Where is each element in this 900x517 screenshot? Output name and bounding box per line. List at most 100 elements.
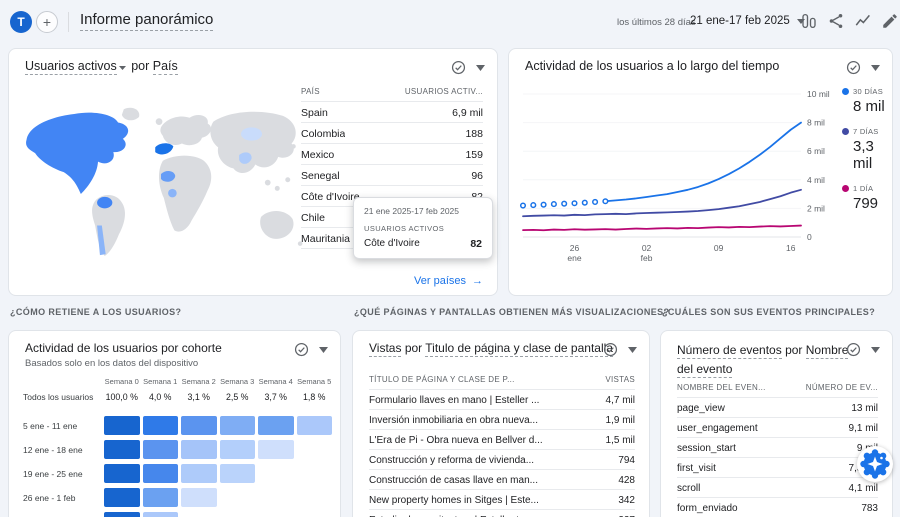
svg-text:2 mil: 2 mil bbox=[807, 203, 825, 213]
table-row: Formulario llaves en mano | Esteller ...… bbox=[369, 390, 635, 410]
dimension-selector[interactable]: Titulo de página y clase de pantalla bbox=[425, 341, 613, 357]
card-menu-caret-icon[interactable] bbox=[871, 64, 880, 71]
cohort-cell[interactable] bbox=[181, 440, 217, 459]
cohort-cell[interactable] bbox=[104, 512, 140, 517]
metric-selector[interactable]: Usuarios activos bbox=[25, 59, 117, 75]
card-actions bbox=[294, 342, 328, 357]
share-icon[interactable] bbox=[827, 12, 845, 30]
card-menu-caret-icon[interactable] bbox=[628, 346, 637, 353]
cohort-row-label: 12 ene - 18 ene bbox=[23, 444, 83, 455]
header-divider bbox=[68, 12, 69, 32]
view-countries-link[interactable]: Ver países → bbox=[414, 275, 483, 287]
row-label: Senegal bbox=[301, 169, 340, 182]
cohort-week-header: Semana 5 bbox=[297, 377, 332, 386]
cohort-cell[interactable] bbox=[142, 464, 178, 483]
cohort-cell[interactable] bbox=[258, 416, 294, 435]
table-header: PAÍS USUARIOS ACTIV... bbox=[301, 83, 483, 102]
map-region-japan[interactable] bbox=[291, 144, 296, 149]
cohort-cell[interactable] bbox=[219, 464, 255, 483]
row-label: first_visit bbox=[677, 462, 716, 474]
card-menu-caret-icon[interactable] bbox=[871, 346, 880, 353]
report-title[interactable]: Informe panorámico bbox=[80, 11, 214, 31]
column-header-page-title[interactable]: TÍTULO DE PÁGINA Y CLASE DE P... bbox=[369, 375, 515, 384]
table-row[interactable]: Colombia 188 bbox=[301, 123, 483, 144]
map-region-spain[interactable] bbox=[155, 143, 174, 155]
column-header-views[interactable]: VISTAS bbox=[605, 375, 635, 384]
map-region-australia[interactable] bbox=[260, 211, 294, 239]
table-row[interactable]: Spain 6,9 mil bbox=[301, 102, 483, 123]
map-region-europe[interactable] bbox=[160, 115, 212, 146]
row-value: 4,1 mil bbox=[848, 482, 878, 494]
map-region-island-3[interactable] bbox=[285, 177, 291, 183]
cohort-row: 12 ene - 18 ene bbox=[23, 440, 332, 459]
tooltip-date-range: 21 ene 2025-17 feb 2025 bbox=[364, 206, 460, 216]
cohort-week-header: Semana 2 bbox=[181, 377, 216, 386]
cohort-cell[interactable] bbox=[181, 488, 217, 507]
cohort-cell[interactable] bbox=[104, 488, 140, 507]
legend-dot bbox=[842, 185, 849, 192]
cohort-cell[interactable] bbox=[258, 440, 294, 459]
map-region-colombia[interactable] bbox=[97, 196, 113, 209]
table-header: NOMBRE DEL EVEN... NÚMERO DE EV... bbox=[677, 379, 878, 398]
account-avatar[interactable]: T bbox=[10, 11, 32, 33]
cohort-cell[interactable] bbox=[104, 416, 140, 435]
map-region-island-1[interactable] bbox=[264, 179, 271, 186]
world-map[interactable] bbox=[17, 85, 303, 285]
pages-question-label: ¿QUÉ PÁGINAS Y PANTALLAS OBTIENEN MÁS VI… bbox=[354, 307, 670, 317]
svg-text:4 mil: 4 mil bbox=[807, 175, 825, 185]
column-header-event-name[interactable]: NOMBRE DEL EVEN... bbox=[677, 383, 766, 392]
compare-icon[interactable] bbox=[800, 12, 818, 30]
column-header-country[interactable]: PAÍS bbox=[301, 87, 320, 96]
map-region-uk[interactable] bbox=[155, 118, 163, 125]
column-header-active-users[interactable]: USUARIOS ACTIV... bbox=[405, 87, 483, 96]
cohort-cell[interactable] bbox=[104, 440, 140, 459]
map-region-africa[interactable] bbox=[159, 155, 212, 232]
date-range-hint: los últimos 28 días bbox=[617, 17, 696, 28]
cohort-cell[interactable] bbox=[104, 464, 140, 483]
card-menu-caret-icon[interactable] bbox=[319, 346, 328, 353]
data-quality-check-icon[interactable] bbox=[846, 342, 861, 357]
insights-fab[interactable] bbox=[857, 446, 893, 482]
map-region-greenland[interactable] bbox=[121, 107, 140, 121]
map-region-north-america[interactable] bbox=[26, 112, 129, 195]
metric-selector[interactable]: Vistas bbox=[369, 341, 402, 357]
dimension-selector[interactable]: País bbox=[152, 59, 178, 75]
table-row[interactable]: Senegal 96 bbox=[301, 165, 483, 186]
data-quality-check-icon[interactable] bbox=[603, 342, 618, 357]
cohort-cell[interactable] bbox=[219, 440, 255, 459]
cohort-cell[interactable] bbox=[142, 488, 178, 507]
activity-line-chart[interactable]: 10 mil 8 mil 6 mil 4 mil 2 mil 0 26ene 02feb 09 1… bbox=[509, 49, 894, 297]
cohort-cell[interactable] bbox=[181, 464, 217, 483]
cohort-cell[interactable] bbox=[142, 512, 178, 517]
metric-selector[interactable]: Número de eventos bbox=[677, 343, 782, 359]
cohort-cell[interactable] bbox=[142, 440, 178, 459]
row-label: page_view bbox=[677, 402, 725, 414]
insights-icon[interactable] bbox=[854, 12, 872, 30]
add-button[interactable]: + bbox=[36, 11, 58, 33]
row-value: 794 bbox=[618, 454, 635, 466]
table-row: page_view 13 mil bbox=[677, 398, 878, 418]
row-value: 428 bbox=[618, 474, 635, 486]
map-region-central-asia[interactable] bbox=[241, 127, 263, 141]
cohort-cell[interactable] bbox=[142, 416, 178, 435]
table-row[interactable]: Mexico 159 bbox=[301, 144, 483, 165]
cohort-cell[interactable] bbox=[296, 416, 332, 435]
data-quality-check-icon[interactable] bbox=[294, 342, 309, 357]
legend-value: 799 bbox=[853, 195, 879, 212]
date-range-selector[interactable]: 21 ene-17 feb 2025 bbox=[690, 15, 807, 27]
row-label: user_engagement bbox=[677, 422, 758, 434]
data-quality-check-icon[interactable] bbox=[846, 60, 861, 75]
data-quality-check-icon[interactable] bbox=[451, 60, 466, 75]
svg-text:8 mil: 8 mil bbox=[807, 118, 825, 128]
row-value: 1,5 mil bbox=[605, 434, 635, 446]
cohort-cell-empty bbox=[297, 512, 333, 517]
cohort-all-users-row: Todos los usuarios 100,0 % 4,0 % 3,1 % 2,5 %… bbox=[23, 392, 332, 402]
cohort-cell[interactable] bbox=[219, 416, 255, 435]
map-region-cote-divoire[interactable] bbox=[168, 188, 177, 198]
edit-icon[interactable] bbox=[881, 12, 899, 30]
map-region-island-2[interactable] bbox=[274, 185, 280, 191]
card-menu-caret-icon[interactable] bbox=[476, 64, 485, 71]
cohort-cell[interactable] bbox=[181, 416, 217, 435]
column-header-event-count[interactable]: NÚMERO DE EV... bbox=[806, 383, 878, 392]
map-region-asia[interactable] bbox=[210, 111, 296, 174]
